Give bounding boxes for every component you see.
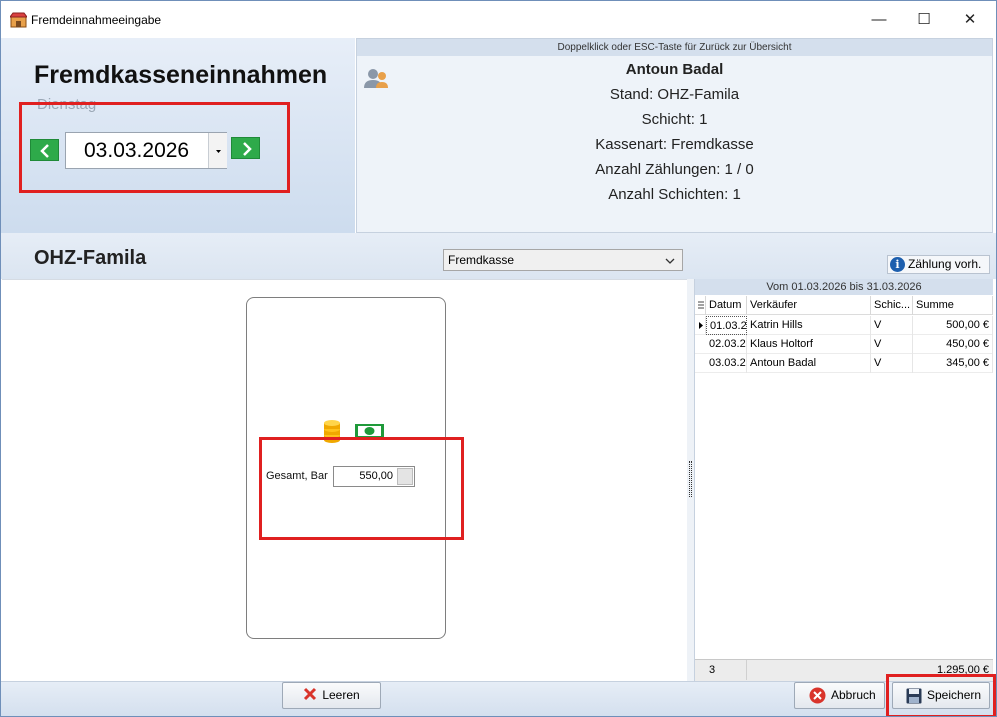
- history-pane: Vom 01.03.2026 bis 31.03.2026 Datum Verk…: [694, 279, 993, 681]
- caret-down-icon: [216, 150, 221, 153]
- calculator-button[interactable]: [397, 468, 413, 485]
- page-title: Fremdkasseneinnahmen: [34, 61, 328, 89]
- save-button-label: Speichern: [927, 688, 982, 702]
- coins-icon: [324, 420, 340, 443]
- cell-shift[interactable]: V: [871, 335, 913, 354]
- row-count: 3: [706, 660, 747, 680]
- table-row[interactable]: 01.03.2 Katrin Hills V 500,00 €: [695, 316, 993, 335]
- cell-seller[interactable]: Katrin Hills: [747, 316, 871, 335]
- cell-shift[interactable]: V: [871, 316, 913, 335]
- splitter-grip[interactable]: [689, 461, 692, 497]
- column-header-sum[interactable]: Summe: [913, 296, 993, 315]
- total-cash-value: 550,00: [359, 470, 393, 482]
- save-button[interactable]: Speichern: [892, 682, 990, 709]
- grid-footer: 3 1.295,00 €: [695, 659, 993, 681]
- minimize-button[interactable]: —: [856, 1, 902, 38]
- user-info-panel[interactable]: Doppelklick oder ESC-Taste für Zurück zu…: [356, 38, 993, 233]
- banknote-icon: [355, 424, 384, 438]
- clear-button-label: Leeren: [322, 688, 360, 702]
- date-value: 03.03.2026: [84, 139, 190, 162]
- cell-seller[interactable]: Klaus Holtorf: [747, 335, 871, 354]
- grid-header: Datum Verkäufer Schic... Summe: [695, 296, 993, 315]
- maximize-button[interactable]: ☐: [901, 1, 947, 38]
- shift-count-line: Anzahl Schichten: 1: [608, 186, 741, 203]
- previous-day-button[interactable]: [30, 139, 59, 161]
- user-name: Antoun Badal: [625, 61, 724, 78]
- column-chooser-icon[interactable]: [695, 296, 706, 315]
- count-button-label: Zählung vorh.: [908, 257, 982, 271]
- store-icon: [10, 12, 27, 28]
- info-icon: i: [890, 257, 905, 272]
- count-available-button[interactable]: i Zählung vorh.: [887, 255, 990, 274]
- column-header-shift[interactable]: Schic...: [871, 296, 913, 315]
- back-hint: Doppelklick oder ESC-Taste für Zurück zu…: [357, 39, 992, 56]
- cancel-button-label: Abbruch: [831, 688, 876, 702]
- cell-sum[interactable]: 345,00 €: [913, 354, 993, 373]
- cell-date[interactable]: 03.03.2: [706, 354, 747, 373]
- cell-sum[interactable]: 500,00 €: [913, 316, 993, 335]
- stand-line: Stand: OHZ-Famila: [609, 86, 740, 103]
- date-picker[interactable]: 03.03.2026: [65, 132, 227, 169]
- count-line: Anzahl Zählungen: 1 / 0: [595, 161, 754, 178]
- cell-sum[interactable]: 450,00 €: [913, 335, 993, 354]
- schicht-line: Schicht: 1: [641, 111, 708, 128]
- sum-total: 1.295,00 €: [913, 660, 993, 680]
- period-label: Vom 01.03.2026 bis 31.03.2026: [695, 279, 993, 295]
- floppy-disk-icon: [906, 688, 922, 704]
- row-indicator-icon: [695, 316, 706, 335]
- cell-date[interactable]: 01.03.2: [706, 316, 747, 335]
- chevron-right-icon: [243, 142, 252, 156]
- cancel-button[interactable]: Abbruch: [794, 682, 885, 709]
- x-icon: [304, 687, 317, 701]
- column-header-seller[interactable]: Verkäufer: [747, 296, 871, 315]
- title-bar: Fremdeinnahmeeingabe — ☐ ✕: [1, 1, 996, 38]
- cash-type-value: Fremdkasse: [448, 253, 515, 267]
- weekday-label: Dienstag: [37, 96, 97, 113]
- kassenart-line: Kassenart: Fremdkasse: [595, 136, 754, 153]
- next-day-button[interactable]: [231, 137, 260, 159]
- cell-shift[interactable]: V: [871, 354, 913, 373]
- cell-seller[interactable]: Antoun Badal: [747, 354, 871, 373]
- location-title: OHZ-Famila: [34, 247, 147, 269]
- cell-date[interactable]: 02.03.2: [706, 335, 747, 354]
- close-button[interactable]: ✕: [947, 1, 993, 38]
- app-window: Fremdeinnahmeeingabe — ☐ ✕ Fremdkassenei…: [0, 0, 997, 717]
- cash-type-select[interactable]: Fremdkasse: [443, 249, 683, 271]
- date-dropdown-button[interactable]: [208, 133, 227, 168]
- column-header-date[interactable]: Datum: [706, 296, 747, 315]
- chevron-down-icon: [665, 258, 675, 264]
- total-cash-label: Gesamt, Bar: [266, 470, 328, 482]
- table-row[interactable]: 03.03.2 Antoun Badal V 345,00 €: [695, 354, 993, 373]
- table-row[interactable]: 02.03.2 Klaus Holtorf V 450,00 €: [695, 335, 993, 354]
- window-title: Fremdeinnahmeeingabe: [31, 13, 162, 27]
- cancel-icon: [809, 687, 826, 704]
- clear-button[interactable]: Leeren: [282, 682, 381, 709]
- chevron-left-icon: [40, 144, 49, 158]
- total-cash-input[interactable]: 550,00: [333, 466, 415, 487]
